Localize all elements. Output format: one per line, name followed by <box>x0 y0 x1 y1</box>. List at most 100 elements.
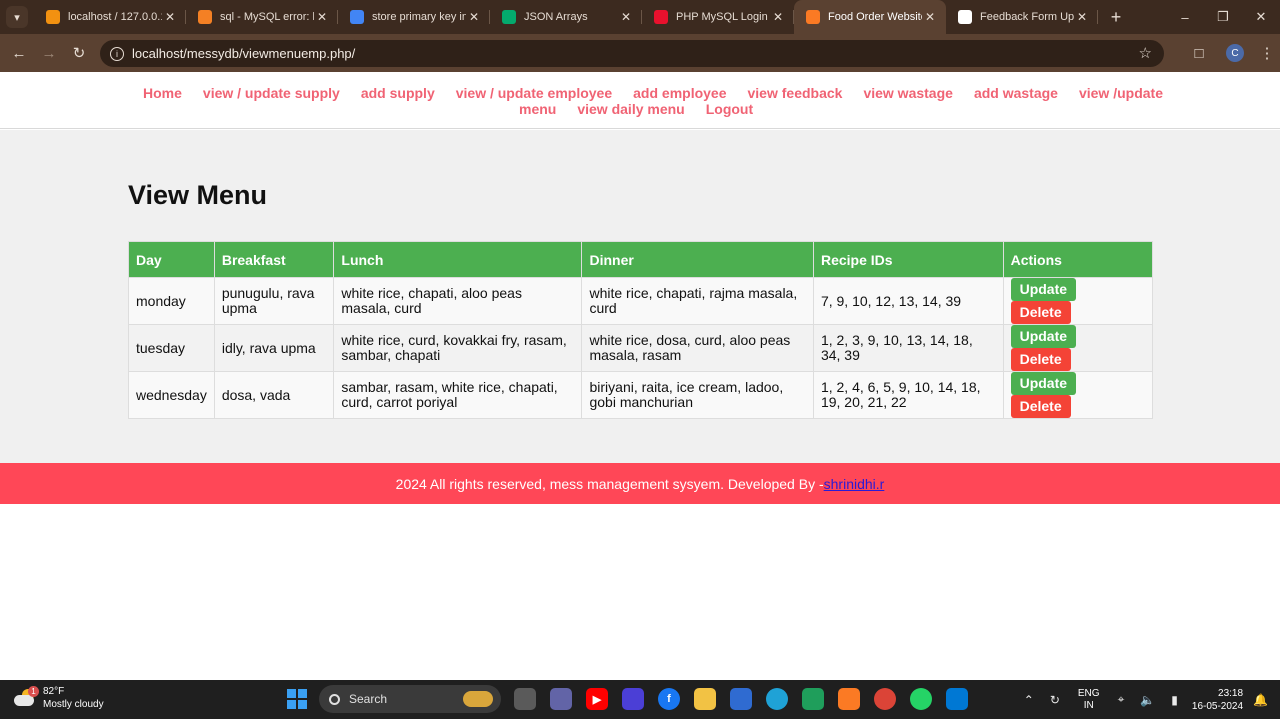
nav-link-view-update[interactable]: view /update <box>1079 85 1163 101</box>
windows-start-icon[interactable] <box>287 689 307 709</box>
nav-link-view-wastage[interactable]: view wastage <box>863 85 953 101</box>
new-tab-plus-icon[interactable]: + <box>1104 5 1128 29</box>
cell-actions: UpdateDelete <box>1002 371 1154 419</box>
nav-link-view-daily-menu[interactable]: view daily menu <box>577 101 684 117</box>
nav-link-view-update-supply[interactable]: view / update supply <box>203 85 340 101</box>
browser-tab-5[interactable]: Food Order Website ✕ <box>794 0 946 34</box>
store-icon[interactable] <box>730 688 752 710</box>
delete-button[interactable]: Delete <box>1010 395 1071 418</box>
nav-link-logout[interactable]: Logout <box>706 101 753 117</box>
browser-tab-strip: ▾ localhost / 127.0.0.1 ✕ sql - MySQL erro… <box>0 0 1280 34</box>
delete-button[interactable]: Delete <box>1010 301 1071 324</box>
tab-close-icon[interactable]: ✕ <box>618 10 634 24</box>
nav-link-menu[interactable]: menu <box>519 101 556 117</box>
url-text[interactable]: localhost/messydb/viewmenuemp.php/ <box>132 46 355 61</box>
profile-avatar[interactable]: C <box>1226 44 1244 62</box>
teams-icon[interactable] <box>550 688 572 710</box>
cell-breakfast: punugulu, rava upma <box>213 277 335 325</box>
wifi-icon[interactable]: ⌖ <box>1118 692 1125 707</box>
nav-line-2: menu view daily menu Logout <box>519 101 753 119</box>
update-button[interactable]: Update <box>1010 278 1077 301</box>
notification-bell-icon[interactable]: 🔔 <box>1253 693 1268 707</box>
extensions-puzzle-icon[interactable]: □ <box>1182 45 1216 62</box>
google-icon <box>350 10 364 24</box>
tab-close-icon[interactable]: ✕ <box>770 10 786 24</box>
address-bar[interactable]: i localhost/messydb/viewmenuemp.php/ ☆ <box>100 40 1164 67</box>
nav-link-view-feedback[interactable]: view feedback <box>748 85 843 101</box>
youtube-icon[interactable]: ▶ <box>586 688 608 710</box>
restore-icon[interactable]: ❐ <box>1204 0 1242 34</box>
browser-tab-2[interactable]: store primary key in ✕ <box>338 0 490 34</box>
table-row: monday punugulu, rava upma white rice, cha… <box>128 277 1154 325</box>
update-button[interactable]: Update <box>1010 325 1077 348</box>
nav-link-add-wastage[interactable]: add wastage <box>974 85 1058 101</box>
developer-link[interactable]: shrinidhi.r <box>824 476 885 492</box>
facebook-icon[interactable]: f <box>658 688 680 710</box>
tab-search-chevron-icon[interactable]: ▾ <box>6 6 28 28</box>
browser-tab-1[interactable]: sql - MySQL error: key✕ <box>186 0 338 34</box>
main-content: View Menu Day Breakfast Lunch Dinner Rec… <box>0 130 1280 463</box>
weather-desc: Mostly cloudy <box>43 699 104 710</box>
site-info-icon[interactable]: i <box>110 46 124 61</box>
taskbar-apps: Search ▶ f <box>287 685 975 713</box>
update-button[interactable]: Update <box>1010 372 1077 395</box>
tab-close-icon[interactable]: ✕ <box>1074 10 1090 24</box>
nav-link-view-update-employee[interactable]: view / update employee <box>456 85 612 101</box>
cell-day: monday <box>128 277 215 325</box>
window-controls: – ❐ ✕ <box>1166 0 1280 34</box>
browser-tab-0[interactable]: localhost / 127.0.0.1 ✕ <box>34 0 186 34</box>
table-row: tuesday idly, rava upma white rice, curd, … <box>128 324 1154 372</box>
battery-icon[interactable]: ▮ <box>1171 693 1178 707</box>
tab-close-icon[interactable]: ✕ <box>466 10 482 24</box>
language-indicator[interactable]: ENG IN <box>1078 688 1100 712</box>
browser-tab-6[interactable]: Feedback Form Upd ✕ <box>946 0 1098 34</box>
reload-icon[interactable]: ↻ <box>64 38 94 68</box>
cell-breakfast: dosa, vada <box>213 371 335 419</box>
back-arrow-icon[interactable]: ← <box>4 38 34 68</box>
meet-icon[interactable] <box>802 688 824 710</box>
close-window-icon[interactable]: ✕ <box>1242 0 1280 34</box>
nav-link-home[interactable]: Home <box>143 85 182 101</box>
table-header-row: Day Breakfast Lunch Dinner Recipe IDs Ac… <box>128 241 1154 278</box>
cell-lunch: white rice, chapati, aloo peas masala, c… <box>333 277 583 325</box>
nav-link-add-employee[interactable]: add employee <box>633 85 726 101</box>
weather-widget[interactable]: 1 82°F Mostly cloudy <box>14 685 104 711</box>
chrome-icon[interactable] <box>874 688 896 710</box>
tab-title: store primary key in <box>372 11 466 23</box>
system-clock[interactable]: 23:18 16-05-2024 <box>1192 687 1243 713</box>
edge-icon[interactable] <box>766 688 788 710</box>
tab-title: Feedback Form Upd <box>980 11 1074 23</box>
taskbar-search[interactable]: Search <box>319 685 501 713</box>
weather-cloudy-icon: 1 <box>14 686 39 707</box>
minimize-icon[interactable]: – <box>1166 0 1204 34</box>
menu-table: Day Breakfast Lunch Dinner Recipe IDs Ac… <box>128 241 1154 419</box>
vscode-icon[interactable] <box>946 688 968 710</box>
tab-close-icon[interactable]: ✕ <box>162 10 178 24</box>
xampp-icon[interactable] <box>838 688 860 710</box>
dev-app-icon[interactable] <box>622 688 644 710</box>
tab-close-icon[interactable]: ✕ <box>922 10 938 24</box>
volume-icon[interactable]: 🔈 <box>1140 693 1155 707</box>
delete-button[interactable]: Delete <box>1010 348 1071 371</box>
sync-icon[interactable]: ↻ <box>1050 693 1060 707</box>
toolbar-right: □ C ⋮ <box>1182 34 1280 72</box>
browser-menu-kebab-icon[interactable]: ⋮ <box>1254 44 1280 62</box>
search-icon <box>329 693 340 705</box>
nav-link-add-supply[interactable]: add supply <box>361 85 435 101</box>
cell-recipe-ids: 1, 2, 4, 6, 5, 9, 10, 14, 18, 19, 20, 21… <box>812 371 1004 419</box>
browser-tab-4[interactable]: PHP MySQL Login Sy✕ <box>642 0 794 34</box>
bookmark-star-icon[interactable]: ☆ <box>1139 44 1152 62</box>
tab-close-icon[interactable]: ✕ <box>314 10 330 24</box>
header-recipe-ids: Recipe IDs <box>812 241 1004 278</box>
cell-actions: UpdateDelete <box>1002 324 1154 372</box>
tray-overflow-chevron-icon[interactable]: ⌃ <box>1024 693 1034 707</box>
task-view-icon[interactable] <box>514 688 536 710</box>
file-explorer-icon[interactable] <box>694 688 716 710</box>
whatsapp-icon[interactable] <box>910 688 932 710</box>
weather-temp: 82°F <box>43 686 65 697</box>
search-highlight-icon <box>463 691 493 707</box>
forward-arrow-icon[interactable]: → <box>34 38 64 68</box>
system-tray: ⌃ ↻ ENG IN ⌖ 🔈 ▮ 23:18 16-05-2024 🔔 <box>1016 680 1280 719</box>
browser-tab-3[interactable]: JSON Arrays ✕ <box>490 0 642 34</box>
cell-actions: UpdateDelete <box>1002 277 1154 325</box>
